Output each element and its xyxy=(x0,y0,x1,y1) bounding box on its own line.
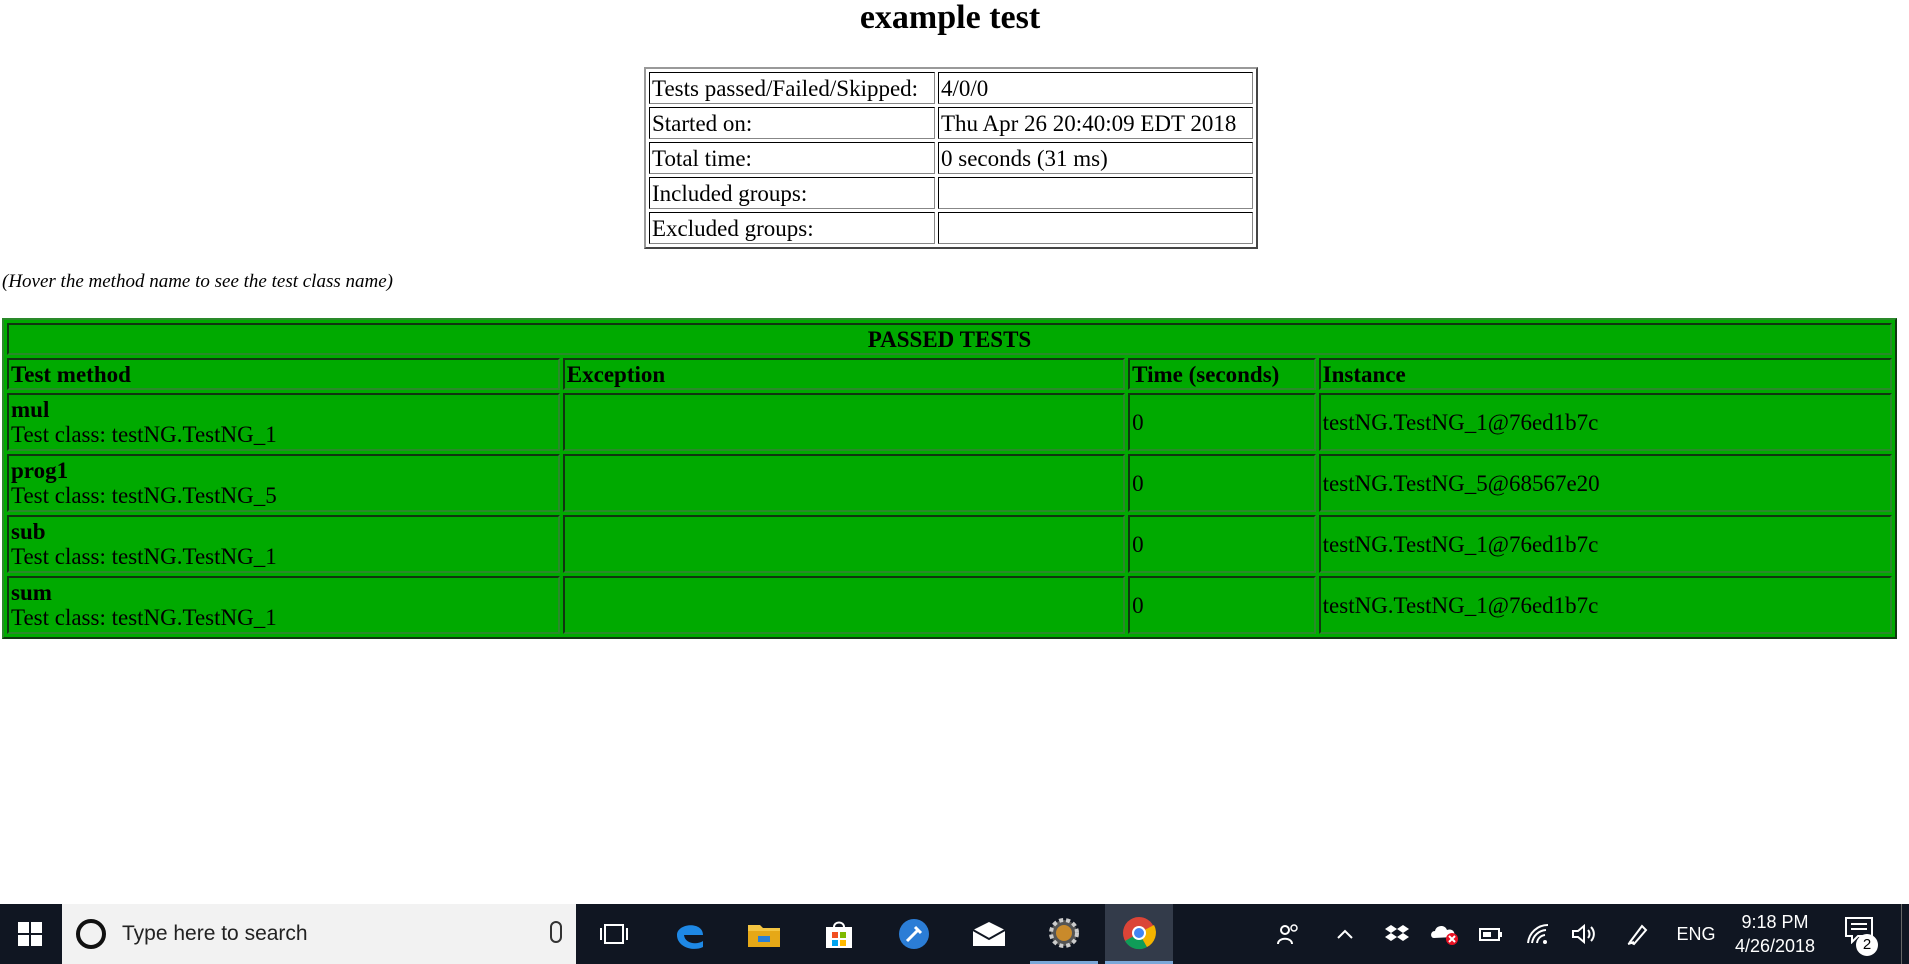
summary-row: Excluded groups: xyxy=(649,212,1253,244)
instance-cell: testNG.TestNG_1@76ed1b7c xyxy=(1318,515,1892,573)
test-class-name: Test class: testNG.TestNG_1 xyxy=(11,422,277,447)
taskbar-search-box[interactable]: Type here to search xyxy=(62,904,576,964)
column-header: Instance xyxy=(1318,358,1892,390)
time-cell: 0 xyxy=(1128,576,1316,634)
pen-ink-icon[interactable] xyxy=(1620,904,1656,964)
test-method-cell[interactable]: prog1 Test class: testNG.TestNG_5 xyxy=(7,454,560,512)
summary-label: Tests passed/Failed/Skipped: xyxy=(649,72,935,104)
volume-icon[interactable] xyxy=(1566,904,1602,964)
wifi-icon[interactable] xyxy=(1520,904,1556,964)
summary-value xyxy=(938,212,1253,244)
table-row: sum Test class: testNG.TestNG_1 0 testNG… xyxy=(7,576,1892,634)
summary-value xyxy=(938,177,1253,209)
column-header-row: Test method Exception Time (seconds) Ins… xyxy=(7,358,1892,390)
app-settings-icon[interactable] xyxy=(880,904,948,964)
test-method-name[interactable]: sub xyxy=(11,519,556,544)
instance-cell: testNG.TestNG_1@76ed1b7c xyxy=(1318,393,1892,451)
gear-app-icon[interactable] xyxy=(1030,904,1098,964)
people-icon[interactable] xyxy=(1270,904,1306,964)
summary-label: Included groups: xyxy=(649,177,935,209)
battery-icon[interactable] xyxy=(1473,904,1509,964)
windows-logo-icon xyxy=(18,922,42,946)
taskbar-clock[interactable]: 9:18 PM 4/26/2018 xyxy=(1720,910,1830,958)
summary-row: Started on: Thu Apr 26 20:40:09 EDT 2018 xyxy=(649,107,1253,139)
mail-icon[interactable] xyxy=(955,904,1023,964)
summary-row: Included groups: xyxy=(649,177,1253,209)
summary-value: Thu Apr 26 20:40:09 EDT 2018 xyxy=(938,107,1253,139)
summary-label: Total time: xyxy=(649,142,935,174)
column-header: Time (seconds) xyxy=(1128,358,1316,390)
clock-time: 9:18 PM xyxy=(1741,912,1809,932)
notification-count-badge: 2 xyxy=(1856,934,1878,956)
report-page: example test Tests passed/Failed/Skipped… xyxy=(0,0,1909,904)
exception-cell xyxy=(562,393,1126,451)
exception-cell xyxy=(562,515,1126,573)
microphone-icon[interactable] xyxy=(550,921,562,943)
chrome-icon[interactable] xyxy=(1105,904,1173,964)
summary-row: Tests passed/Failed/Skipped: 4/0/0 xyxy=(649,72,1253,104)
test-method-name[interactable]: sum xyxy=(11,580,556,605)
time-cell: 0 xyxy=(1128,393,1316,451)
search-placeholder[interactable]: Type here to search xyxy=(122,922,308,946)
test-method-cell[interactable]: sub Test class: testNG.TestNG_1 xyxy=(7,515,560,573)
column-header: Test method xyxy=(7,358,560,390)
table-row: sub Test class: testNG.TestNG_1 0 testNG… xyxy=(7,515,1892,573)
dropbox-icon[interactable] xyxy=(1380,904,1414,964)
test-method-name[interactable]: mul xyxy=(11,397,556,422)
exception-cell xyxy=(562,576,1126,634)
test-class-name: Test class: testNG.TestNG_1 xyxy=(11,605,277,630)
table-row: mul Test class: testNG.TestNG_1 0 testNG… xyxy=(7,393,1892,451)
show-hidden-icons-chevron-up-icon[interactable] xyxy=(1330,904,1360,964)
summary-value: 4/0/0 xyxy=(938,72,1253,104)
time-cell: 0 xyxy=(1128,454,1316,512)
instance-cell: testNG.TestNG_5@68567e20 xyxy=(1318,454,1892,512)
time-cell: 0 xyxy=(1128,515,1316,573)
language-indicator[interactable]: ENG xyxy=(1672,904,1720,964)
clock-date: 4/26/2018 xyxy=(1734,936,1816,956)
test-class-name: Test class: testNG.TestNG_5 xyxy=(11,483,277,508)
hover-hint: (Hover the method name to see the test c… xyxy=(2,271,393,292)
start-button[interactable] xyxy=(0,904,60,964)
test-method-cell[interactable]: sum Test class: testNG.TestNG_1 xyxy=(7,576,560,634)
instance-cell: testNG.TestNG_1@76ed1b7c xyxy=(1318,576,1892,634)
cortana-icon xyxy=(76,919,106,949)
report-title: example test xyxy=(859,0,1041,36)
test-class-name: Test class: testNG.TestNG_1 xyxy=(11,544,277,569)
file-explorer-icon[interactable] xyxy=(730,904,798,964)
column-header: Exception xyxy=(562,358,1126,390)
test-method-name[interactable]: prog1 xyxy=(11,458,556,483)
summary-label: Started on: xyxy=(649,107,935,139)
passed-tests-header: PASSED TESTS xyxy=(7,323,1892,355)
passed-tests-table: PASSED TESTS Test method Exception Time … xyxy=(2,318,1897,639)
onedrive-error-icon[interactable] xyxy=(1425,904,1465,964)
task-view-icon[interactable] xyxy=(580,904,648,964)
exception-cell xyxy=(562,454,1126,512)
windows-taskbar: Type here to search ENG 9:18 PM 4/26/201… xyxy=(0,904,1909,964)
summary-value: 0 seconds (31 ms) xyxy=(938,142,1253,174)
summary-label: Excluded groups: xyxy=(649,212,935,244)
test-method-cell[interactable]: mul Test class: testNG.TestNG_1 xyxy=(7,393,560,451)
table-row: prog1 Test class: testNG.TestNG_5 0 test… xyxy=(7,454,1892,512)
summary-row: Total time: 0 seconds (31 ms) xyxy=(649,142,1253,174)
edge-icon[interactable] xyxy=(656,904,724,964)
store-icon[interactable] xyxy=(805,904,873,964)
summary-table: Tests passed/Failed/Skipped: 4/0/0 Start… xyxy=(644,67,1258,249)
show-desktop-button[interactable] xyxy=(1901,904,1909,964)
